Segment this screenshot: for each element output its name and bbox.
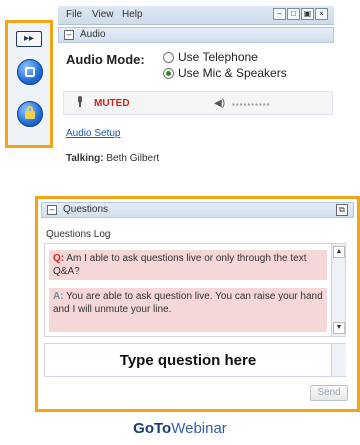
- answer-text: You are able to ask question live. You c…: [53, 291, 323, 315]
- question-input[interactable]: Type question here: [44, 343, 346, 377]
- close-button[interactable]: ×: [315, 8, 328, 20]
- collapse-icon[interactable]: –: [64, 30, 74, 40]
- brand-strong: GoTo: [133, 420, 172, 437]
- questions-log-label: Questions Log: [46, 229, 111, 240]
- radio-checked-icon[interactable]: [163, 67, 174, 79]
- mute-bar: MUTED ◀) ▪▪▪▪▪▪▪▪▪▪: [63, 91, 333, 115]
- questions-log: Q: Am I able to ask questions live or on…: [44, 243, 346, 337]
- question-message: Q: Am I able to ask questions live or on…: [49, 250, 327, 280]
- talking-indicator: Talking: Beth Gilbert: [66, 153, 159, 164]
- screen-share-button[interactable]: [17, 59, 43, 85]
- maximize-button[interactable]: ▣: [301, 8, 314, 20]
- menu-help[interactable]: Help: [122, 9, 143, 20]
- menu-bar: File View Help – □ ▣ ×: [58, 6, 334, 25]
- minimize-button[interactable]: –: [273, 8, 286, 20]
- question-text: Am I able to ask questions live or only …: [53, 253, 307, 277]
- raise-hand-button[interactable]: [17, 101, 43, 127]
- popout-icon[interactable]: ⧉: [336, 204, 348, 216]
- use-mic-option[interactable]: Use Mic & Speakers: [163, 66, 287, 80]
- muted-status: MUTED: [94, 98, 130, 109]
- brand-light: Webinar: [171, 420, 227, 437]
- question-input-placeholder: Type question here: [119, 352, 257, 369]
- audio-section-title: Audio: [80, 29, 106, 40]
- use-telephone-label: Use Telephone: [178, 50, 258, 64]
- log-scrollbar[interactable]: ▲ ▼: [331, 244, 345, 336]
- expand-panel-button[interactable]: ▸▸: [16, 31, 42, 47]
- left-toolbar: ▸▸: [5, 20, 53, 148]
- use-mic-label: Use Mic & Speakers: [178, 66, 287, 80]
- audio-mode-label: Audio Mode:: [66, 52, 145, 67]
- audio-section-header[interactable]: – Audio: [58, 27, 334, 43]
- volume-meter: ▪▪▪▪▪▪▪▪▪▪: [232, 100, 271, 109]
- scroll-up-icon[interactable]: ▲: [333, 246, 345, 258]
- microphone-icon[interactable]: [77, 96, 83, 108]
- collapse-icon[interactable]: –: [47, 205, 57, 215]
- restore-button[interactable]: □: [287, 8, 300, 20]
- talking-label: Talking:: [66, 153, 104, 164]
- answer-prefix: A:: [53, 291, 64, 302]
- questions-pane: – Questions ⧉ Questions Log Q: Am I able…: [35, 196, 360, 412]
- answer-message: A: You are able to ask question live. Yo…: [49, 288, 327, 332]
- hand-icon: [25, 106, 35, 119]
- control-panel-window: File View Help – □ ▣ × – Audio Audio Mod…: [58, 6, 334, 188]
- screen-icon: [25, 67, 35, 77]
- speaker-icon: ◀): [214, 98, 226, 109]
- menu-file[interactable]: File: [66, 9, 82, 20]
- menu-view[interactable]: View: [92, 9, 114, 20]
- audio-setup-link[interactable]: Audio Setup: [66, 128, 121, 139]
- questions-section-header[interactable]: – Questions ⧉: [41, 202, 354, 218]
- brand-logo: GoToWebinar: [60, 420, 300, 440]
- window-controls: – □ ▣ ×: [273, 8, 328, 20]
- questions-section-title: Questions: [63, 204, 109, 215]
- use-telephone-option[interactable]: Use Telephone: [163, 50, 258, 64]
- scroll-down-icon[interactable]: ▼: [333, 322, 345, 334]
- radio-icon[interactable]: [163, 51, 174, 63]
- send-button[interactable]: Send: [310, 385, 348, 401]
- input-scrollbar[interactable]: [331, 344, 346, 376]
- question-prefix: Q:: [53, 253, 65, 264]
- talking-name: Beth Gilbert: [106, 153, 160, 164]
